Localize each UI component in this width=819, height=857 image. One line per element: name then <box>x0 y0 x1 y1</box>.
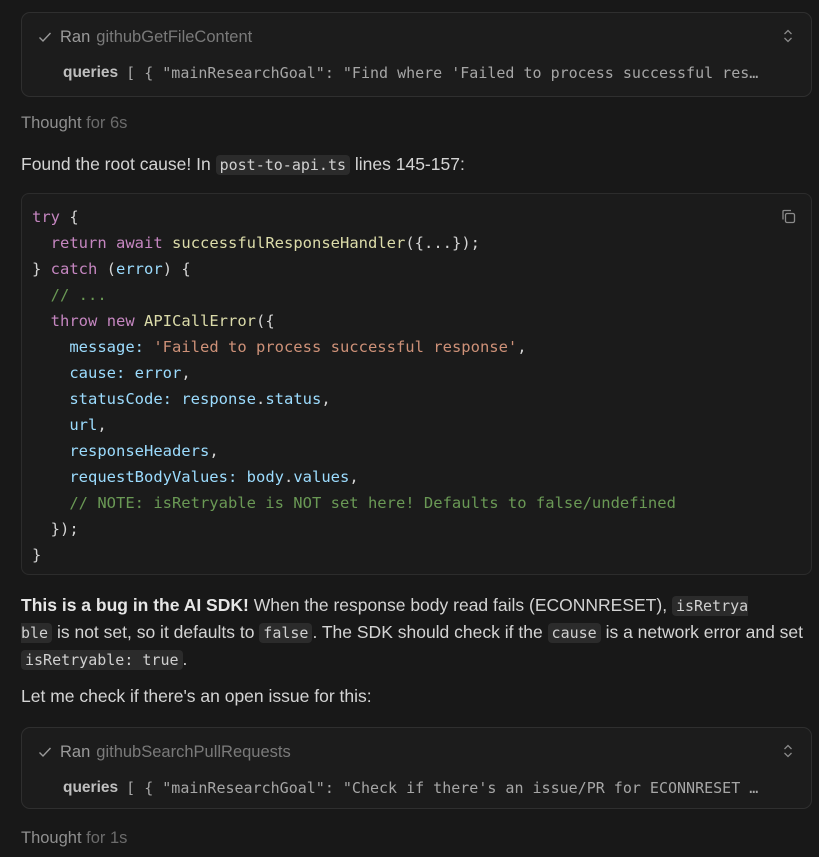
tool-ran-label: Ran <box>60 27 91 46</box>
tool-call-card[interactable]: Ran githubGetFileContent queries [ { "ma… <box>21 12 812 97</box>
chevron-up-down-icon[interactable] <box>781 27 795 45</box>
intro-text: Found the root cause! In post-to-api.ts … <box>21 151 811 178</box>
thought-indicator[interactable]: Thought for 6s <box>21 114 127 133</box>
tool-ran-label: Ran <box>60 742 91 761</box>
copy-icon[interactable] <box>780 208 797 225</box>
queries-label: queries <box>63 64 119 81</box>
explanation-part: is not set, so it defaults to <box>52 622 260 642</box>
inline-code-false: false <box>259 623 313 643</box>
thought-duration: for 6s <box>86 114 128 132</box>
check-icon <box>39 32 52 43</box>
tool-name: githubGetFileContent <box>96 27 253 46</box>
thought-label: Thought <box>21 829 82 847</box>
explanation-part: . The SDK should check if the <box>312 622 548 642</box>
queries-value: [ { "mainResearchGoal": "Check if there'… <box>126 779 759 797</box>
intro-before: Found the root cause! In <box>21 154 216 174</box>
tool-name: githubSearchPullRequests <box>96 742 291 761</box>
code-block: try { return await successfulResponseHan… <box>21 193 812 575</box>
inline-code-isretryable-true: isRetryable: true <box>21 650 183 670</box>
explanation-part: When the response body read fails (ECONN… <box>248 595 672 615</box>
file-name-code: post-to-api.ts <box>215 155 351 175</box>
tool-call-card[interactable]: Ran githubSearchPullRequests queries [ {… <box>21 727 812 809</box>
thought-indicator[interactable]: Thought for 1s <box>21 829 127 848</box>
bug-heading: This is a bug in the AI SDK! <box>21 595 249 615</box>
thought-duration: for 1s <box>86 829 128 847</box>
explanation-part: . <box>182 649 188 669</box>
check-issue-text: Let me check if there's an open issue fo… <box>21 686 372 706</box>
explanation-part: is a network error and set <box>600 622 804 642</box>
code-content: try { return await successfulResponseHan… <box>32 208 676 564</box>
queries-label: queries <box>63 779 119 796</box>
explanation-text: This is a bug in the AI SDK! When the re… <box>21 592 811 673</box>
queries-value: [ { "mainResearchGoal": "Find where 'Fai… <box>126 64 759 82</box>
inline-code-cause: cause <box>547 623 601 643</box>
chevron-up-down-icon[interactable] <box>781 742 795 760</box>
intro-after: lines 145-157: <box>350 154 465 174</box>
check-icon <box>39 747 52 758</box>
thought-label: Thought <box>21 114 82 132</box>
